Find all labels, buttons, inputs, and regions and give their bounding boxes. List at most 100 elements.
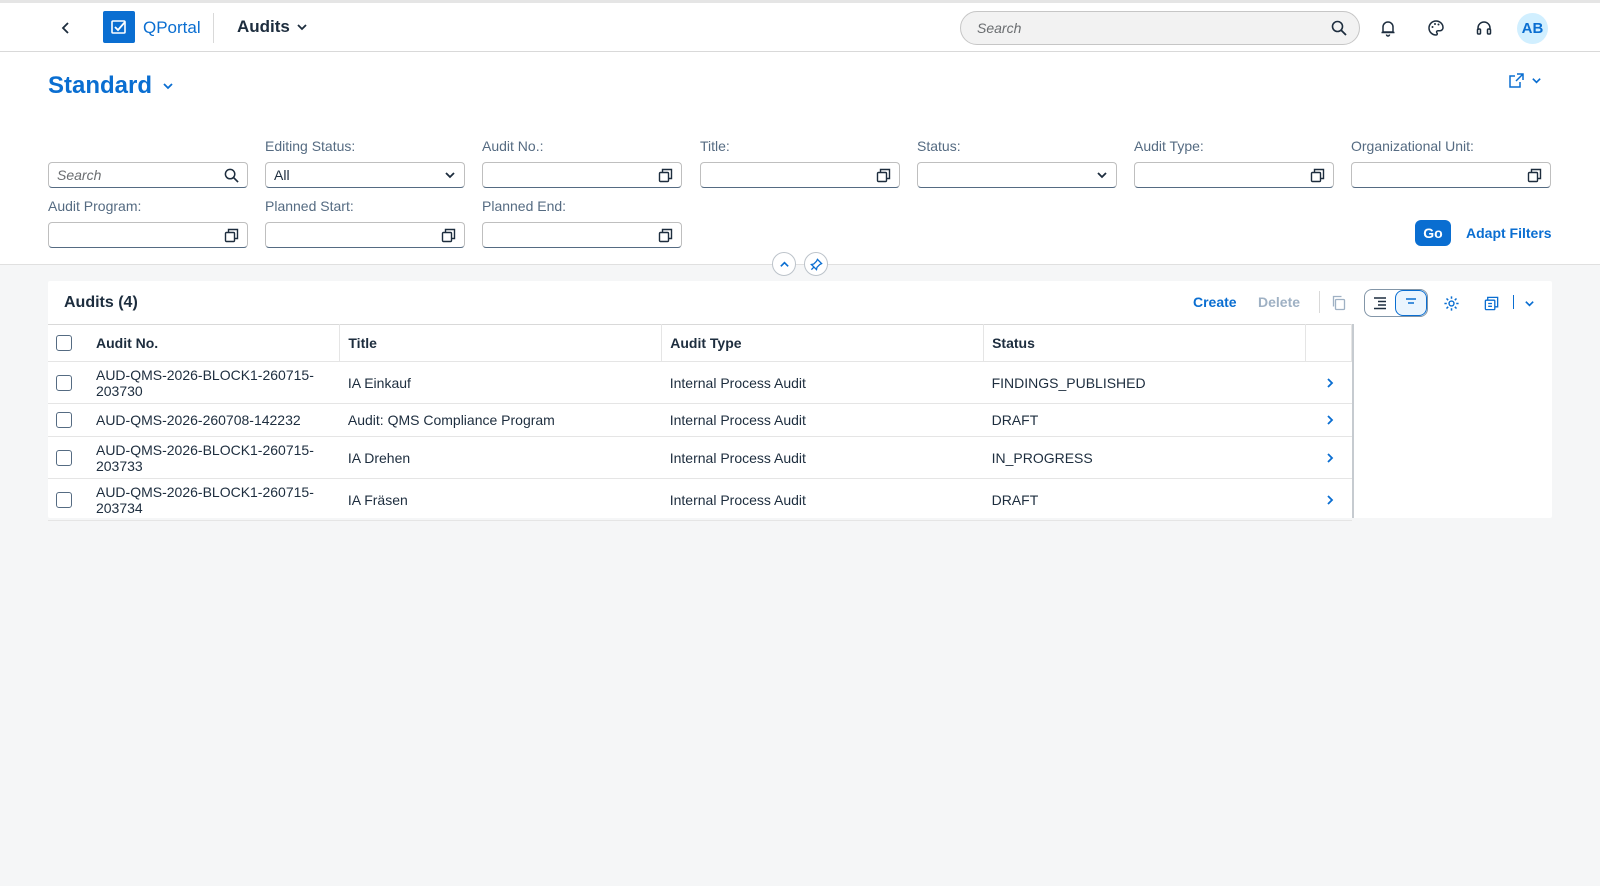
delete-button[interactable]: Delete <box>1258 294 1300 310</box>
value-help-icon[interactable] <box>658 168 673 183</box>
user-avatar[interactable]: AB <box>1517 13 1548 44</box>
pin-header-button[interactable] <box>804 252 828 276</box>
go-button[interactable]: Go <box>1415 220 1451 246</box>
select-all-checkbox[interactable] <box>56 335 72 351</box>
table-row[interactable]: AUD-QMS-2026-BLOCK1-260715-203733 IA Dre… <box>48 436 1352 479</box>
status-cell: FINDINGS_PUBLISHED <box>983 361 1306 404</box>
support-button[interactable] <box>1472 16 1496 40</box>
export-icon <box>1484 296 1498 310</box>
table-row[interactable]: AUD-QMS-2026-260708-142232 Audit: QMS Co… <box>48 403 1352 437</box>
column-header-title[interactable]: Title <box>339 324 663 362</box>
audit-type-cell: Internal Process Audit <box>661 436 984 479</box>
table-header-row: Audit No. Title Audit Type Status <box>48 324 1353 362</box>
chevron-right-icon <box>1326 377 1333 388</box>
search-icon[interactable] <box>224 168 239 183</box>
palette-icon <box>1428 20 1444 36</box>
qportal-logo[interactable] <box>103 11 135 43</box>
value-help-icon[interactable] <box>876 168 891 183</box>
expand-rows-toggle[interactable] <box>1365 290 1395 316</box>
planned-end-input[interactable] <box>491 227 658 243</box>
condense-rows-toggle[interactable] <box>1395 290 1427 316</box>
navigation-button[interactable] <box>1313 494 1343 506</box>
title-cell: IA Fräsen <box>339 478 662 521</box>
filter-status: Status: <box>917 138 1117 188</box>
audit-no-cell: AUD-QMS-2026-BLOCK1-260715-203734 <box>87 478 340 521</box>
copy-icon <box>1332 295 1346 311</box>
chevron-right-icon <box>1326 452 1333 463</box>
create-button[interactable]: Create <box>1193 294 1237 310</box>
variant-selector[interactable]: Standard <box>48 72 174 100</box>
table-settings-button[interactable] <box>1438 290 1464 316</box>
filter-search-input[interactable] <box>57 167 224 183</box>
value-help-icon[interactable] <box>1310 168 1325 183</box>
row-checkbox[interactable] <box>56 491 72 508</box>
table-row[interactable]: AUD-QMS-2026-BLOCK1-260715-203730 IA Ein… <box>48 361 1352 404</box>
chevron-down-icon <box>1524 300 1534 307</box>
row-checkbox[interactable] <box>56 412 72 428</box>
filter-planned-start: Planned Start: <box>265 198 465 248</box>
audit-program-input[interactable] <box>57 227 224 243</box>
planned-start-input[interactable] <box>274 227 441 243</box>
search-icon[interactable] <box>1331 20 1347 36</box>
chevron-up-icon <box>779 260 789 267</box>
value-help-icon[interactable] <box>441 228 456 243</box>
copy-button[interactable] <box>1326 290 1352 316</box>
audit-type-input[interactable] <box>1143 167 1310 183</box>
value-help-icon[interactable] <box>1527 168 1542 183</box>
collapse-header-button[interactable] <box>772 252 796 276</box>
navigation-button[interactable] <box>1313 452 1343 464</box>
status-select[interactable] <box>917 162 1117 188</box>
column-header-audit-type[interactable]: Audit Type <box>661 324 985 362</box>
navigation-button[interactable] <box>1313 414 1343 426</box>
chevron-right-icon <box>1326 494 1333 505</box>
filter-audit-type: Audit Type: <box>1134 138 1334 188</box>
list-condense-icon <box>1406 298 1416 304</box>
navigation-button[interactable] <box>1313 377 1343 389</box>
share-button[interactable] <box>1508 72 1542 89</box>
column-header-audit-no[interactable]: Audit No. <box>87 324 341 362</box>
title-input[interactable] <box>709 167 876 183</box>
status-cell: IN_PROGRESS <box>983 436 1306 479</box>
audit-type-label: Audit Type: <box>1134 138 1204 154</box>
value-help-icon[interactable] <box>224 228 239 243</box>
back-button[interactable] <box>54 16 78 40</box>
pin-icon <box>809 257 823 271</box>
chevron-down-icon <box>297 24 307 31</box>
chevron-down-icon <box>1096 169 1108 181</box>
column-header-nav <box>1305 324 1353 362</box>
row-checkbox[interactable] <box>56 374 72 391</box>
editing-status-label: Editing Status: <box>265 138 356 154</box>
filter-editing-status: Editing Status: All <box>265 138 465 188</box>
shell-bar: QPortal Audits AB <box>0 0 1600 52</box>
editing-status-select[interactable]: All <box>265 162 465 188</box>
table-row[interactable]: AUD-QMS-2026-BLOCK1-260715-203734 IA Frä… <box>48 478 1352 521</box>
app-title-menu[interactable]: Audits <box>237 17 308 37</box>
adapt-filters-button[interactable]: Adapt Filters <box>1466 225 1552 241</box>
export-divider <box>1513 295 1514 309</box>
export-button[interactable] <box>1478 290 1504 316</box>
column-header-status[interactable]: Status <box>983 324 1306 362</box>
org-unit-input[interactable] <box>1360 167 1527 183</box>
chevron-right-icon <box>1326 415 1333 425</box>
filter-org-unit: Organizational Unit: <box>1351 138 1551 188</box>
view-toggle <box>1364 289 1428 317</box>
table-title: Audits (4) <box>64 294 138 311</box>
title-label: Title: <box>700 138 730 154</box>
table-edge <box>1352 324 1354 518</box>
audits-table: Audit No. Title Audit Type Status AUD-QM… <box>48 324 1353 521</box>
audit-no-input[interactable] <box>491 167 658 183</box>
bell-icon <box>1381 21 1395 37</box>
chevron-left-icon <box>61 22 69 34</box>
theme-button[interactable] <box>1424 16 1448 40</box>
notifications-button[interactable] <box>1376 16 1400 40</box>
export-menu-button[interactable] <box>1516 290 1542 316</box>
row-checkbox[interactable] <box>56 449 72 466</box>
planned-end-label: Planned End: <box>482 198 567 214</box>
shell-search-input[interactable] <box>977 20 1331 36</box>
logo-icon <box>111 20 126 34</box>
status-cell: DRAFT <box>983 403 1306 437</box>
brand-name: QPortal <box>143 18 201 37</box>
list-expand-icon <box>1374 297 1386 310</box>
value-help-icon[interactable] <box>658 228 673 243</box>
shell-divider <box>213 13 214 43</box>
